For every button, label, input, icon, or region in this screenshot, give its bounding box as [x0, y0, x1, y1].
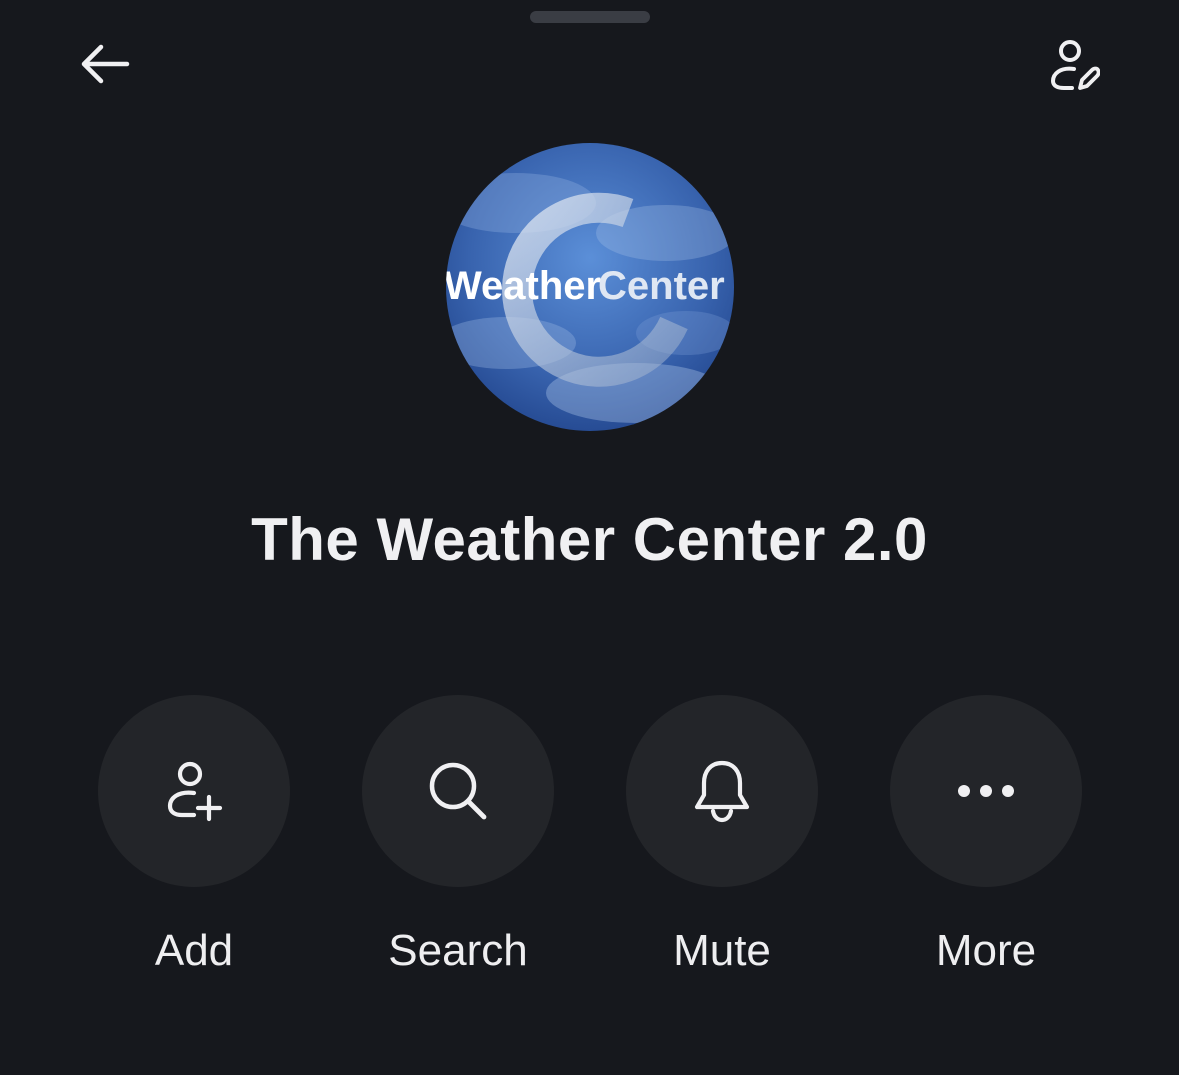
search-icon: [429, 762, 487, 820]
more-button[interactable]: More: [854, 695, 1118, 995]
edit-group-button[interactable]: [1042, 32, 1108, 98]
more-dots-icon: [958, 785, 1014, 797]
logo-text-center: Center: [598, 264, 725, 308]
more-label: More: [935, 926, 1037, 975]
mute-button-circle[interactable]: [626, 695, 818, 887]
add-button-circle[interactable]: [98, 695, 290, 887]
logo-text-weather: Weather: [446, 264, 601, 308]
sheet-grabber[interactable]: [530, 11, 650, 23]
arrow-left-icon: [81, 44, 130, 84]
person-edit-icon: [1050, 40, 1100, 90]
back-button[interactable]: [72, 34, 138, 94]
action-bar: Add Search Mute More: [0, 695, 1179, 995]
add-label: Add: [154, 926, 234, 975]
more-button-circle[interactable]: [890, 695, 1082, 887]
group-info-sheet: Weather Center The Weather Center 2.0 Ad…: [0, 0, 1179, 1075]
person-add-icon: [167, 761, 223, 822]
search-label: Search: [388, 926, 528, 975]
mute-button[interactable]: Mute: [590, 695, 854, 995]
group-avatar[interactable]: Weather Center: [446, 143, 734, 431]
search-button-circle[interactable]: [362, 695, 554, 887]
weather-center-logo: Weather Center: [446, 143, 734, 431]
bell-icon: [694, 760, 750, 823]
add-member-button[interactable]: Add: [62, 695, 326, 995]
mute-label: Mute: [673, 926, 771, 975]
group-name: The Weather Center 2.0: [251, 506, 928, 573]
search-button[interactable]: Search: [326, 695, 590, 995]
